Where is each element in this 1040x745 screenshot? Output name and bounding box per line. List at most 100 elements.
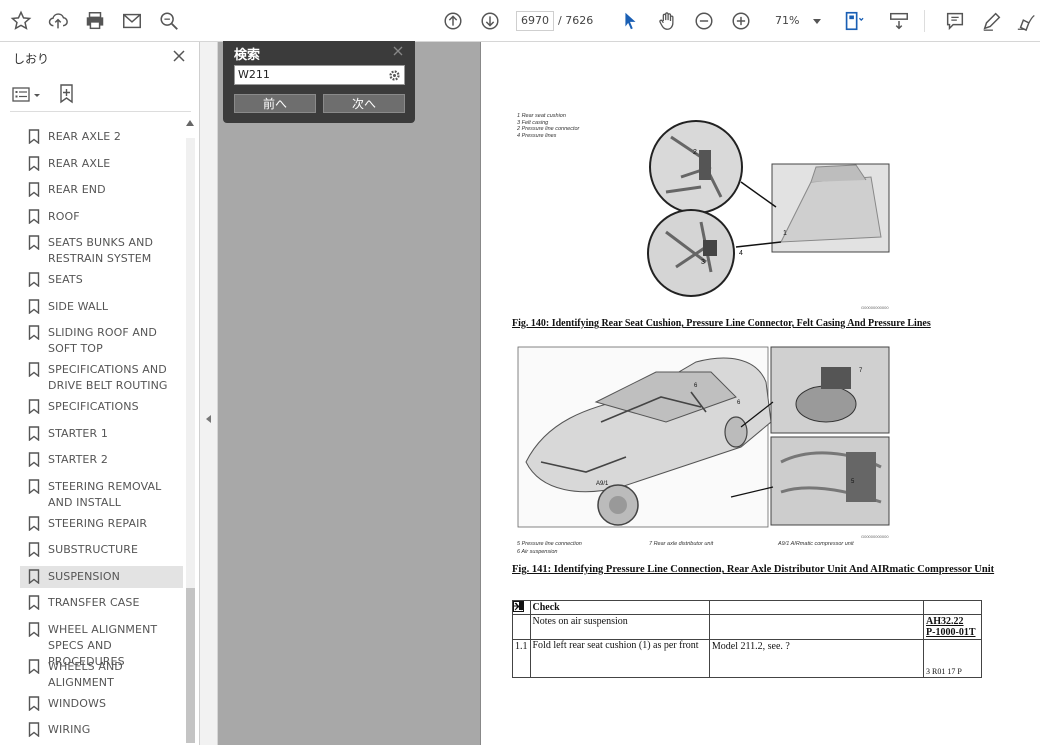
scroll-up-icon[interactable] [186,120,194,126]
bookmark-item[interactable]: WHEELS AND ALIGNMENT [20,656,183,690]
bookmark-item[interactable]: TRANSFER CASE [20,592,183,614]
bookmark-icon [28,452,40,467]
svg-text:4: 4 [739,250,743,257]
close-icon[interactable] [393,46,403,56]
next-page-icon[interactable] [477,8,503,34]
pdf-page: 2 3 4 1 A9/1 6 6 7 5 1 Rear seat cushion… [480,42,1040,745]
bookmark-item[interactable]: SEATS BUNKS AND RESTRAIN SYSTEM [20,232,183,266]
prev-page-icon[interactable] [440,8,466,34]
fig141-code: G00000000000 [861,534,889,539]
reference-link[interactable]: AH32.22 [926,616,979,627]
options-menu-icon[interactable] [12,86,44,104]
table-cell: Check [529,600,710,615]
bookmark-icon [28,595,40,610]
bookmark-item[interactable]: SUBSTRUCTURE [20,539,183,561]
search-input[interactable]: W211 [234,65,405,85]
fig140-legend: 1 Rear seat cushion 3 Felt casing 2 Pres… [517,113,579,139]
zoom-in-icon[interactable] [728,8,754,34]
bookmark-item[interactable]: STARTER 1 [20,423,183,445]
bookmark-item[interactable]: STEERING REMOVAL AND INSTALL [20,476,183,510]
panel-collapse-strip[interactable] [200,42,218,745]
bookmark-label: ROOF [48,209,80,223]
bookmark-icon [28,515,40,531]
fit-page-icon[interactable] [840,8,866,34]
bookmark-item[interactable]: REAR AXLE 2 [20,126,183,148]
select-tool-icon[interactable] [617,8,643,34]
bookmark-item[interactable]: WHEEL ALIGNMENT SPECS AND PROCEDURES [20,619,183,668]
table-cell: 3 R01 17 P [923,639,982,678]
bookmark-item[interactable]: REAR AXLE [20,153,183,175]
bookmark-item[interactable]: WIRING [20,719,183,741]
mail-icon[interactable] [119,8,145,34]
toolbar-divider [924,10,925,32]
bookmark-icon [28,298,40,314]
bookmark-item[interactable]: SIDE WALL [20,296,183,318]
bookmarks-panel: しおり REAR AXLE 2 REAR AXLE REAR END ROOF SEAT… [0,42,200,745]
table-cell [708,614,925,640]
bookmark-label: SIDE WALL [48,299,109,313]
bookmark-label: REAR AXLE [48,156,111,170]
bookmark-item[interactable]: STARTER 2 [20,449,183,471]
bookmark-icon [28,155,40,171]
page-number-input[interactable]: 6970 [516,11,554,31]
bookmark-label: SUSPENSION [48,569,120,583]
table-row: Notes on air suspension AH32.22 P-1000-0… [512,600,982,640]
comment-icon[interactable] [942,8,968,34]
fig140-caption: Fig. 140: Identifying Rear Seat Cushion,… [512,318,931,329]
print-icon[interactable] [82,8,108,34]
chevron-down-icon [813,19,821,24]
bookmark-icon [28,425,40,441]
zoom-out-icon[interactable] [691,8,717,34]
bookmark-item[interactable]: SUSPENSION [20,565,183,588]
close-icon[interactable] [172,49,186,63]
bookmark-label: SEATS [48,273,83,286]
bookmark-item[interactable]: REAR END [20,179,183,201]
collapse-left-icon[interactable] [206,415,211,423]
bookmark-icon [28,362,40,377]
bookmark-item[interactable]: ROOF [20,206,183,228]
find-next-button[interactable]: 次へ [323,94,405,113]
bookmark-item[interactable]: SPECIFICATIONS AND DRIVE BELT ROUTING [20,359,183,393]
gear-icon[interactable] [388,69,401,82]
zoom-value: 71% [775,14,800,27]
table-row: 1.1 Fold left rear seat cushion (1) as p… [512,639,982,678]
search-icon[interactable] [156,8,182,34]
bookmark-label: STARTER 2 [48,453,108,466]
scroll-thumb[interactable] [186,588,195,743]
bookmark-item[interactable]: STEERING REPAIR [20,513,183,535]
bookmark-icon [28,542,40,557]
bookmark-item[interactable]: SEATS [20,269,183,291]
bookmark-label: SPECIFICATIONS [48,400,139,413]
table-cell: Model 211.2, see. ? [708,639,925,678]
bookmark-icon [28,658,40,674]
panel-title: しおり [13,52,50,66]
upload-icon[interactable] [45,8,71,34]
bookmark-item[interactable]: WINDOWS [20,693,183,715]
bookmark-label: STEERING REPAIR [48,516,148,530]
bookmark-item[interactable]: SLIDING ROOF AND SOFT TOP [20,322,183,356]
fig141-legend-3: A9/1 AIRmatic compressor unit [778,541,854,547]
bookmark-icon [28,621,40,637]
bookmark-icon [28,235,40,250]
bookmark-icon [28,478,40,494]
find-prev-button[interactable]: 前へ [234,94,316,113]
bookmark-label: WINDOWS [48,696,107,710]
pdf-viewer-app: 6970 / 7626 71% しおり REAR AXLE 2 REAR AXL… [0,0,1040,745]
bookmark-tools [12,84,187,106]
reference-link[interactable]: P-1000-01T [926,627,979,638]
bookmark-item[interactable]: SPECIFICATIONS [20,396,183,418]
scroll-mode-icon[interactable] [886,8,912,34]
legend-line: 4 Pressure lines [517,132,557,139]
sign-icon[interactable] [1014,8,1040,34]
bookmark-label: WHEELS AND ALIGNMENT [48,659,123,689]
zoom-select[interactable]: 71% [765,11,827,31]
star-icon[interactable] [8,8,34,34]
pen-icon[interactable] [979,8,1005,34]
bookmark-scrollbar[interactable] [185,118,197,743]
fig141-illustration: A9/1 6 6 7 5 [517,346,890,528]
hand-tool-icon[interactable] [654,8,680,34]
fig141-legend-1: 5 Pressure line connection [517,541,582,547]
table-cell [708,600,925,615]
add-bookmark-icon[interactable] [58,84,76,104]
bookmark-icon [28,722,40,737]
